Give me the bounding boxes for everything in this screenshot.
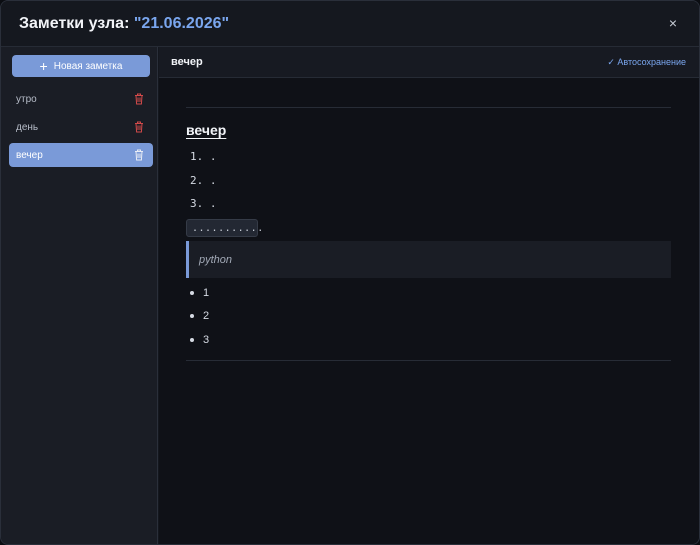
- close-icon: ×: [668, 15, 678, 31]
- notes-sidebar: + Новая заметка утро день вечер: [1, 47, 158, 544]
- close-button[interactable]: ×: [665, 15, 681, 31]
- note-item-label: утро: [16, 93, 37, 105]
- bullet-text: 1: [203, 287, 210, 299]
- ordered-list-item: 3. .: [190, 197, 217, 210]
- horizontal-rule: [186, 360, 671, 361]
- modal-title-prefix: Заметки узла:: [19, 14, 134, 32]
- trash-icon[interactable]: [134, 121, 144, 133]
- plus-icon: +: [39, 58, 48, 74]
- bullet-dot: [190, 314, 194, 318]
- modal-title-node-date: "21.06.2026": [133, 14, 230, 32]
- notes-modal: Заметки узла: "21.06.2026" × + Новая зам…: [0, 0, 700, 545]
- blockquote: python: [186, 241, 671, 278]
- bullet-list-item: 1: [190, 287, 209, 299]
- note-item-vecher[interactable]: вечер: [9, 143, 153, 167]
- blockquote-text: python: [199, 253, 233, 266]
- note-item-utro[interactable]: утро: [9, 87, 153, 111]
- note-title[interactable]: вечер: [171, 56, 203, 68]
- bullet-dot: [190, 291, 194, 295]
- ordered-list-item: 2. .: [190, 174, 217, 187]
- trash-icon[interactable]: [134, 149, 144, 161]
- note-item-den[interactable]: день: [9, 115, 153, 139]
- autosave-status: ✓ Автосохранение: [607, 57, 686, 67]
- new-note-button[interactable]: + Новая заметка: [12, 55, 150, 77]
- bullet-list-item: 2: [190, 310, 209, 322]
- editor-header: вечер ✓ Автосохранение: [159, 47, 699, 78]
- modal-header: Заметки узла: "21.06.2026" ×: [1, 1, 699, 47]
- inline-code: ...........: [186, 219, 263, 237]
- note-item-label: вечер: [16, 149, 43, 161]
- ordered-list-item: 1. .: [190, 150, 217, 163]
- bullet-text: 2: [203, 310, 210, 322]
- note-item-label: день: [16, 121, 39, 133]
- note-editor[interactable]: вечер 1. . 2. . 3. . ........... python …: [159, 78, 699, 544]
- new-note-label: Новая заметка: [53, 60, 123, 72]
- bullet-list-item: 3: [190, 334, 209, 346]
- bullet-text: 3: [203, 334, 210, 346]
- trash-icon[interactable]: [134, 93, 144, 105]
- modal-title: Заметки узла: "21.06.2026": [19, 15, 229, 33]
- bullet-dot: [190, 338, 194, 342]
- horizontal-rule: [186, 107, 671, 108]
- note-heading: вечер: [186, 122, 227, 138]
